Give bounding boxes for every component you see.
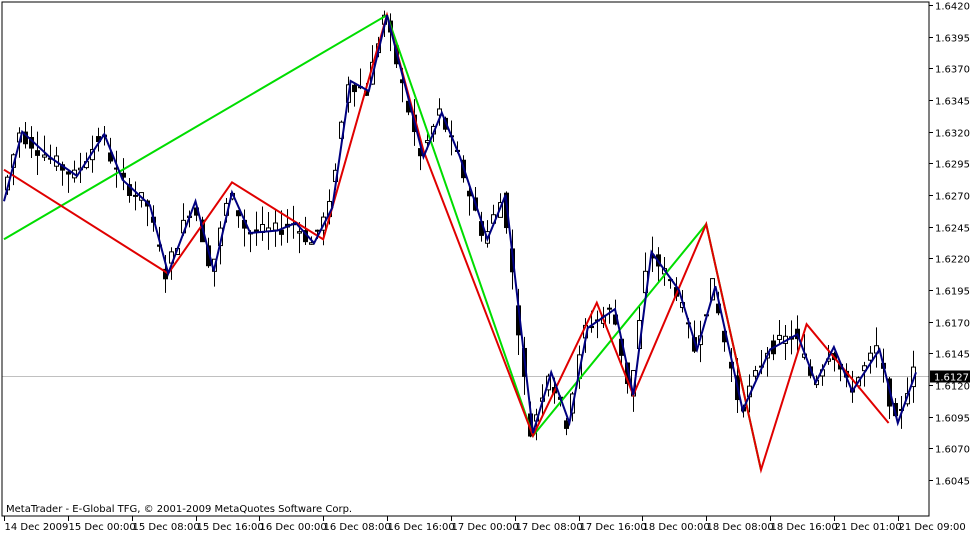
candle-body — [777, 334, 782, 340]
y-tick-label: 1.6220 — [935, 255, 970, 266]
x-tick-label: 21 Dec 01:00 — [835, 522, 902, 533]
watermark-text: MetaTrader - E-Global TFG, © 2001-2009 M… — [6, 504, 352, 515]
x-tick-label: 16 Dec 08:00 — [324, 522, 391, 533]
x-tick-label: 15 Dec 16:00 — [197, 522, 264, 533]
y-tick-label: 1.6070 — [935, 445, 970, 456]
candle-body — [753, 370, 758, 377]
x-tick-label: 15 Dec 08:00 — [133, 522, 200, 533]
y-tick-label: 1.6195 — [935, 287, 970, 298]
y-tick-label: 1.6245 — [935, 224, 970, 235]
x-tick-label: 21 Dec 09:00 — [899, 522, 966, 533]
x-tick-label: 15 Dec 00:00 — [69, 522, 136, 533]
y-tick-label: 1.6045 — [935, 477, 970, 488]
candle-body — [133, 194, 138, 197]
x-tick-label: 17 Dec 08:00 — [516, 522, 583, 533]
y-tick-label: 1.6395 — [935, 34, 970, 45]
chart-background — [0, 0, 970, 535]
candle-body — [352, 84, 357, 93]
x-tick-label: 18 Dec 08:00 — [707, 522, 774, 533]
chart-svg: 1.6420 1.6395 1.6370 1.6345 1.6320 1.6295 1.62… — [0, 0, 970, 535]
candle-body — [564, 420, 569, 429]
y-tick-label: 1.6145 — [935, 350, 970, 361]
candle-body — [42, 154, 47, 158]
x-tick-label: 14 Dec 2009 — [5, 522, 69, 533]
price-chart[interactable]: 1.6420 1.6395 1.6370 1.6345 1.6320 1.6295 1.62… — [0, 0, 970, 535]
candle-body — [868, 352, 873, 361]
y-tick-label: 1.6295 — [935, 160, 970, 171]
candle-body — [297, 231, 302, 234]
y-tick-label: 1.6370 — [935, 65, 970, 76]
y-tick-label: 1.6420 — [935, 2, 970, 13]
x-tick-label: 16 Dec 16:00 — [388, 522, 455, 533]
x-tick-label: 17 Dec 16:00 — [580, 522, 647, 533]
candle-body — [315, 229, 320, 232]
candle-body — [279, 229, 284, 235]
candle-body — [35, 150, 40, 156]
y-tick-label: 1.6095 — [935, 414, 970, 425]
x-tick-label: 18 Dec 16:00 — [771, 522, 838, 533]
y-tick-label: 1.6170 — [935, 319, 970, 330]
current-price-tag-label: 1.6127 — [934, 373, 969, 384]
x-tick-label: 16 Dec 00:00 — [260, 522, 327, 533]
y-tick-label: 1.6345 — [935, 97, 970, 108]
y-tick-label: 1.6270 — [935, 192, 970, 203]
y-tick-label: 1.6320 — [935, 129, 970, 140]
candle-body — [607, 307, 612, 310]
current-price-tag: 1.6127 — [930, 370, 970, 384]
candle-body — [273, 222, 278, 231]
x-tick-label: 17 Dec 00:00 — [452, 522, 519, 533]
x-tick-label: 18 Dec 00:00 — [643, 522, 710, 533]
